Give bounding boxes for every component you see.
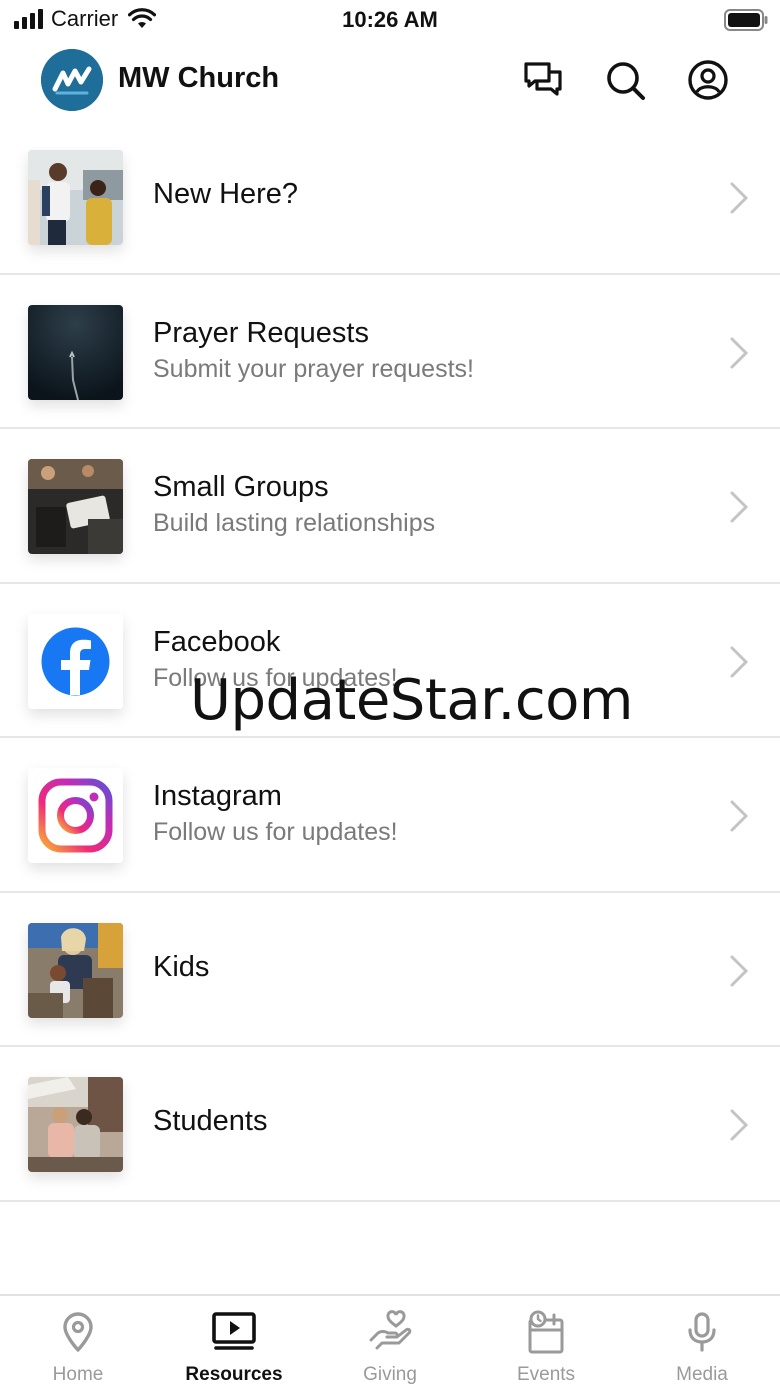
chevron-right-icon <box>730 337 749 368</box>
clock: 10:26 AM <box>342 7 438 32</box>
list-item-students[interactable]: Students <box>0 1047 780 1202</box>
facebook-icon <box>28 613 123 709</box>
tab-home[interactable]: Home <box>0 1296 156 1387</box>
app-header: MW Church <box>0 40 780 124</box>
row-title: Students <box>153 1105 268 1137</box>
church-logo[interactable] <box>41 49 103 111</box>
prayer-thumbnail <box>28 304 123 400</box>
list-item-instagram[interactable]: Instagram Follow us for updates! <box>0 738 780 893</box>
tab-label: Home <box>52 1364 104 1385</box>
row-title: New Here? <box>153 178 299 210</box>
tab-events[interactable]: Events <box>468 1296 624 1387</box>
new-here-thumbnail <box>28 150 123 245</box>
battery-icon <box>724 9 768 31</box>
search-icon[interactable] <box>603 58 647 102</box>
chevron-right-icon <box>730 800 749 832</box>
status-bar: Carrier 10:26 AM <box>0 0 780 40</box>
microphone-icon <box>688 1312 716 1352</box>
row-title: Facebook <box>153 625 281 658</box>
chevron-right-icon <box>730 955 749 986</box>
row-title: Instagram <box>153 780 282 812</box>
profile-icon[interactable] <box>686 58 730 102</box>
location-pin-icon <box>63 1312 93 1352</box>
chevron-right-icon <box>730 1109 749 1141</box>
list-item-small-groups[interactable]: Small Groups Build lasting relationships <box>0 429 780 584</box>
row-subtitle: Build lasting relationships <box>153 509 436 537</box>
list-item-new-here[interactable]: New Here? <box>0 120 780 275</box>
row-subtitle: Follow us for updates! <box>153 818 398 846</box>
row-subtitle: Submit your prayer requests! <box>153 354 474 383</box>
list-item-kids[interactable]: Kids <box>0 892 780 1047</box>
chevron-right-icon <box>730 182 749 214</box>
resources-list: New Here? Prayer Requests Submit your pr… <box>0 120 780 1202</box>
list-item-prayer-requests[interactable]: Prayer Requests Submit your prayer reque… <box>0 274 780 429</box>
tab-label: Resources <box>185 1364 283 1385</box>
tab-giving[interactable]: Giving <box>312 1296 468 1387</box>
row-title: Small Groups <box>153 471 329 503</box>
students-thumbnail <box>28 1077 123 1172</box>
tab-resources[interactable]: Resources <box>156 1296 312 1387</box>
chevron-right-icon <box>730 646 749 677</box>
chat-icon[interactable] <box>521 58 565 102</box>
tab-label: Media <box>676 1364 728 1385</box>
tab-label: Events <box>516 1364 576 1385</box>
kids-thumbnail <box>28 922 123 1018</box>
instagram-icon <box>28 768 123 863</box>
tv-play-icon <box>212 1312 256 1350</box>
row-title: Kids <box>153 950 210 983</box>
tab-label: Giving <box>363 1364 417 1385</box>
hand-heart-icon <box>369 1310 412 1350</box>
watermark: UpdateStar.com <box>190 668 633 733</box>
calendar-clock-icon <box>528 1310 564 1354</box>
bottom-tab-bar: Home Resources Giving Events Media <box>0 1294 780 1387</box>
app-title: MW Church <box>118 62 280 94</box>
tab-media[interactable]: Media <box>624 1296 780 1387</box>
chevron-right-icon <box>730 491 749 523</box>
row-title: Prayer Requests <box>153 316 369 349</box>
small-groups-thumbnail <box>28 459 123 554</box>
